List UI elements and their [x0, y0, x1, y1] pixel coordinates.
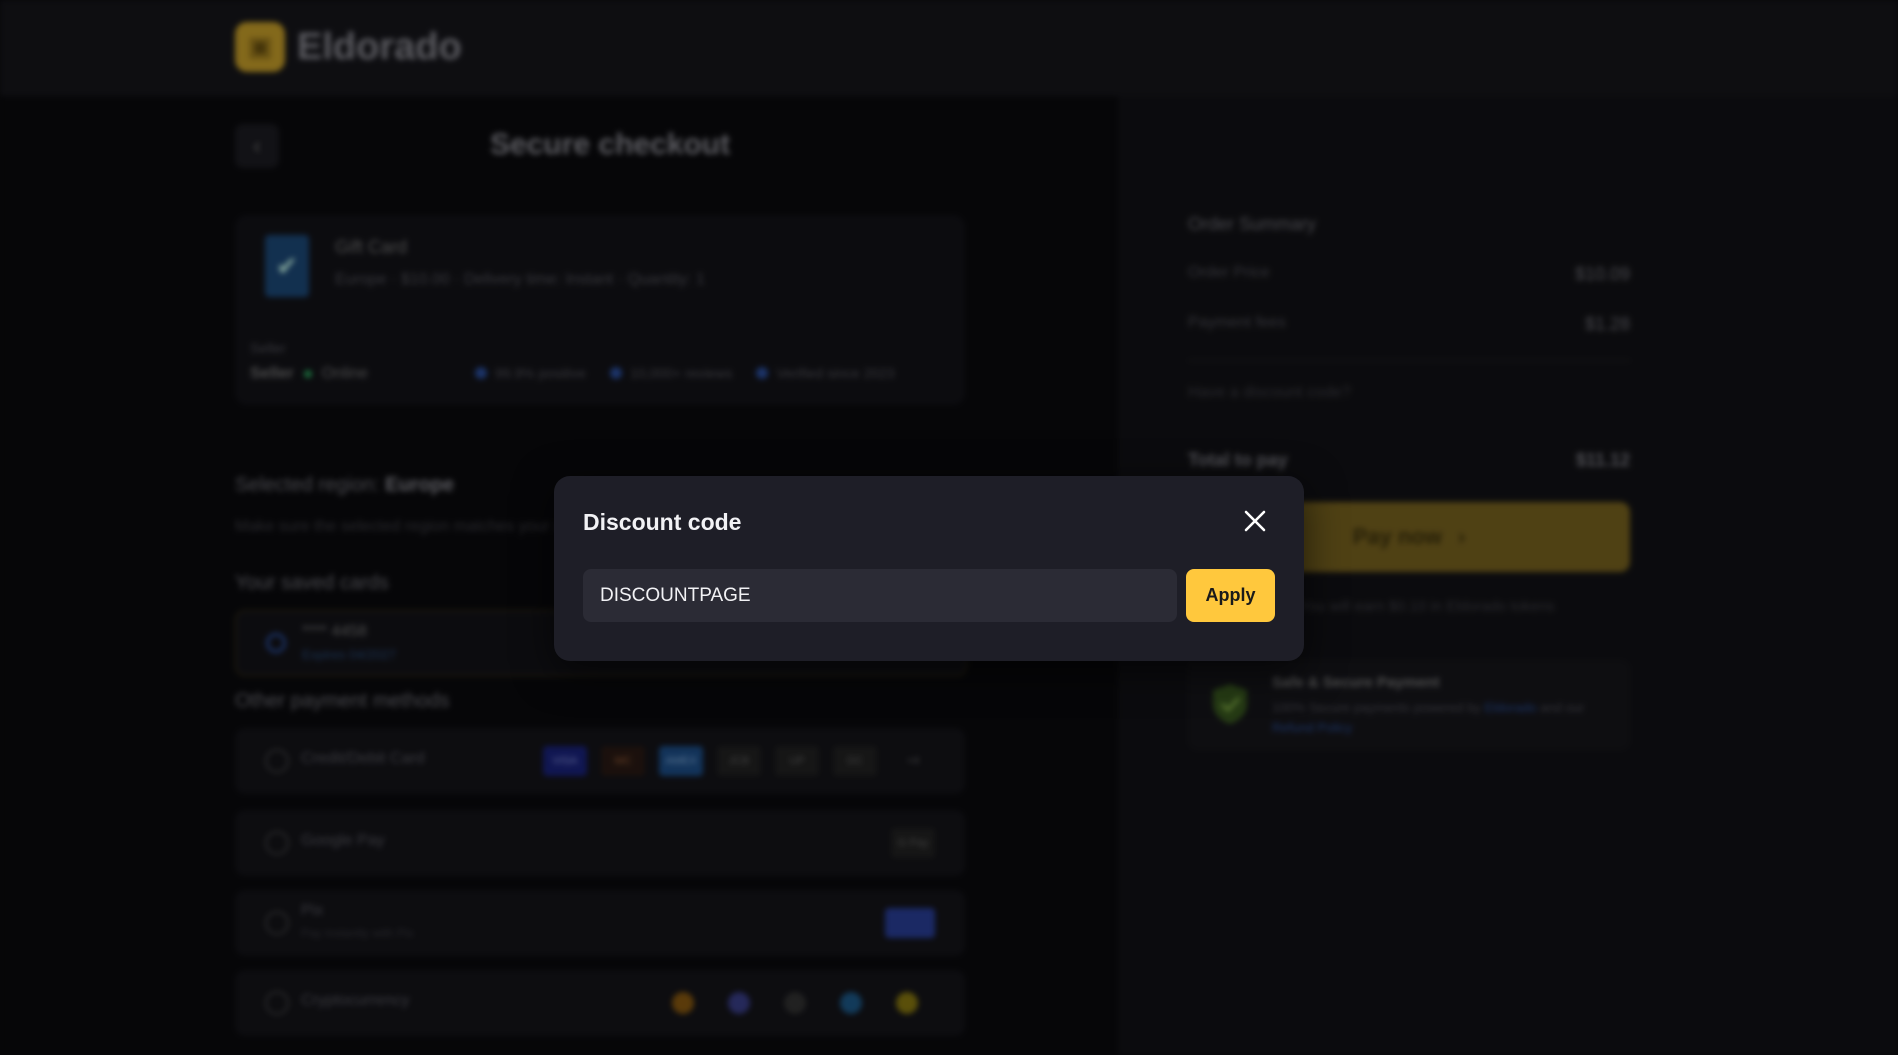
close-icon — [1244, 510, 1266, 532]
modal-title: Discount code — [583, 509, 742, 535]
apply-button[interactable]: Apply — [1186, 569, 1275, 622]
discount-code-modal: Discount code Apply — [554, 476, 1304, 661]
discount-code-input[interactable] — [583, 569, 1177, 622]
close-button[interactable] — [1238, 504, 1272, 538]
